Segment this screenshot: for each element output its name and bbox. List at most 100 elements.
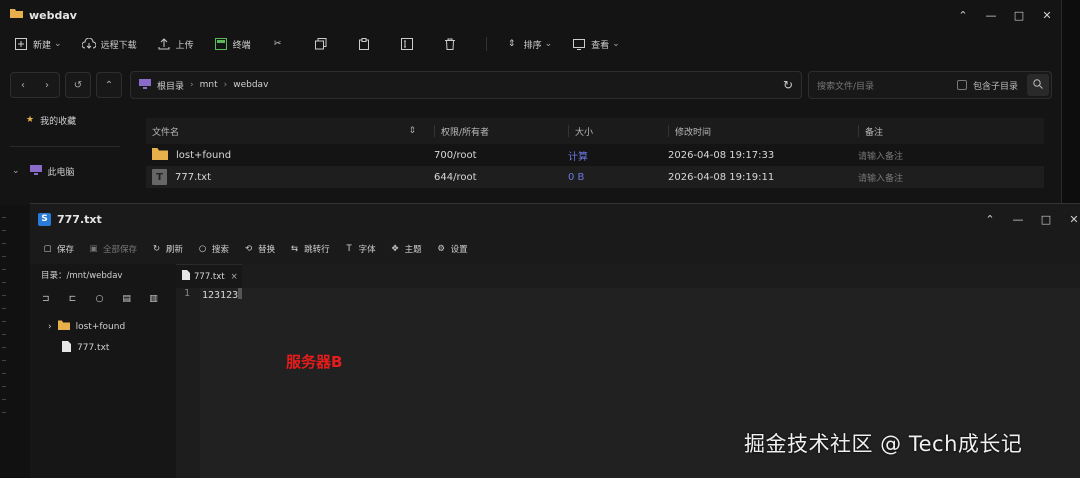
search-input[interactable]: 搜索文件/目录 (817, 79, 947, 92)
annotation-label: 服务器B (286, 353, 343, 371)
file-icon (182, 270, 190, 283)
table-row[interactable]: lost+found 700/root 计算 2026-04-08 19:17:… (146, 144, 1044, 166)
history-icon: ↺ (73, 79, 83, 91)
terminal-button[interactable]: 终端 (214, 37, 251, 51)
new-file-icon[interactable]: ▤ (122, 294, 149, 304)
tab-777-txt[interactable]: 777.txt × (176, 264, 242, 288)
tree-item-file[interactable]: 777.txt (30, 337, 176, 358)
chevron-down-icon: ⌄ (12, 166, 20, 176)
search-button[interactable] (1027, 74, 1049, 96)
goto-line-button[interactable]: ⇆ 跳转行 (289, 243, 330, 255)
search-icon: ○ (198, 244, 207, 254)
sidebar-item-this-pc[interactable]: ⌄ 此电脑 (0, 161, 140, 181)
font-icon: T (346, 244, 352, 254)
file-icon (62, 340, 71, 355)
theme-icon: ✥ (391, 244, 399, 254)
cloud-download-icon (81, 37, 96, 51)
minimize-button[interactable]: — (977, 9, 1005, 22)
file-tree: › lost+found 777.txt (30, 312, 176, 358)
table-header: 文件名 ⇕ 权限/所有者 大小 修改时间 备注 (146, 118, 1044, 144)
theme-button[interactable]: ✥ 主题 (390, 243, 422, 255)
table-row[interactable]: T 777.txt 644/root 0 B 2026-04-08 19:19:1… (146, 166, 1044, 188)
chevron-right-icon: › (190, 80, 194, 90)
scissors-icon: ✂ (273, 39, 282, 49)
include-subdir-checkbox[interactable] (957, 80, 967, 90)
minimize-button[interactable]: — (1004, 213, 1032, 226)
up-button[interactable]: ⌃ (96, 72, 122, 98)
computer-icon (29, 164, 42, 178)
collapse-all-icon[interactable]: ⊐ (42, 294, 69, 304)
breadcrumb-webdav[interactable]: webdav (233, 80, 268, 90)
gear-icon: ⚙ (437, 244, 445, 254)
maximize-button[interactable]: □ (1032, 213, 1060, 226)
col-mtime[interactable]: 修改时间 (668, 125, 848, 138)
font-button[interactable]: T 字体 (344, 243, 375, 255)
search-button[interactable]: ○ 搜索 (197, 243, 229, 255)
settings-button[interactable]: ⚙ 设置 (436, 243, 467, 255)
forward-arrow-icon[interactable]: › (45, 80, 49, 91)
delete-button[interactable] (443, 37, 462, 51)
editor-title: 777.txt (57, 212, 102, 226)
refresh-button[interactable]: ↻ 刷新 (151, 243, 183, 255)
new-folder-icon[interactable]: ▥ (149, 294, 176, 304)
close-button[interactable]: ✕ (1060, 213, 1080, 226)
search-icon (1033, 78, 1043, 92)
sort-icon: ⇕ (507, 39, 516, 49)
history-button[interactable]: ↺ (65, 72, 91, 98)
col-note[interactable]: 备注 (858, 125, 1044, 138)
sort-button[interactable]: ⇕ 排序 ⌄ (505, 37, 552, 51)
paste-button[interactable] (357, 37, 376, 51)
sidebar: ★ 我的收藏 ⌄ 此电脑 (0, 110, 140, 181)
path-bar[interactable]: 根目录 › mnt › webdav ↻ (130, 71, 802, 99)
copy-button[interactable] (314, 37, 333, 51)
rename-button[interactable] (400, 37, 419, 51)
view-button[interactable]: 查看 ⌄ (572, 37, 620, 51)
col-perm[interactable]: 权限/所有者 (434, 125, 558, 138)
text-cursor (238, 288, 243, 299)
fm-toolbar: 新建 ⌄ 远程下载 上传 终端 ✂ ⇕ 排序 ⌄ 查看 ⌄ (0, 31, 640, 57)
calc-size-link[interactable]: 计算 (558, 148, 658, 163)
close-tab-icon[interactable]: × (231, 272, 238, 282)
save-button[interactable]: ▢ 保存 (42, 243, 74, 255)
breadcrumb-mnt[interactable]: mnt (200, 80, 218, 90)
goto-line-icon: ⇆ (291, 244, 299, 254)
maximize-button[interactable]: □ (1005, 9, 1033, 22)
back-arrow-icon[interactable]: ‹ (21, 80, 25, 91)
note-input[interactable]: 请输入备注 (848, 149, 1044, 162)
directory-label: 目录：/mnt/webdav (41, 271, 123, 281)
chevron-up-icon: ⌃ (104, 79, 114, 91)
paste-icon (357, 37, 371, 51)
monitor-icon (572, 37, 586, 51)
upload-button[interactable]: 上传 (157, 37, 194, 51)
note-input[interactable]: 请输入备注 (848, 171, 1044, 184)
line-gutter: 1 (176, 288, 200, 478)
refresh-icon[interactable]: ↻ (783, 78, 793, 92)
directory-tools: ⊐ ⊏ ○ ▤ ▥ (30, 286, 176, 312)
col-name[interactable]: 文件名 ⇕ (146, 125, 424, 138)
replace-button[interactable]: ⟲ 替换 (243, 243, 275, 255)
collapse-icon[interactable]: ⌃ (949, 9, 977, 22)
code-line[interactable]: 123123 (202, 288, 243, 301)
copy-icon (314, 37, 328, 51)
terminal-icon (214, 37, 228, 51)
upload-icon (157, 37, 171, 51)
breadcrumb-root[interactable]: 根目录 (157, 79, 184, 92)
background-window-edge (0, 205, 30, 477)
back-forward-group: ‹ › (10, 72, 60, 98)
refresh-icon[interactable]: ○ (96, 294, 123, 304)
col-size[interactable]: 大小 (568, 125, 658, 138)
sidebar-item-favorites[interactable]: ★ 我的收藏 (0, 110, 140, 130)
refresh-icon: ↻ (152, 244, 161, 254)
expand-icon[interactable]: ⊏ (69, 294, 96, 304)
cut-button[interactable]: ✂ (271, 37, 290, 51)
star-icon: ★ (26, 115, 35, 125)
folder-icon (57, 320, 70, 333)
remote-download-button[interactable]: 远程下载 (81, 37, 137, 51)
close-button[interactable]: ✕ (1033, 9, 1061, 22)
save-all-button[interactable]: ▣ 全部保存 (88, 243, 138, 255)
rename-icon (400, 37, 414, 51)
collapse-icon[interactable]: ⌃ (976, 213, 1004, 226)
tree-item-folder[interactable]: › lost+found (30, 316, 176, 337)
new-button[interactable]: 新建 ⌄ (14, 37, 62, 51)
editor-toolbar: ▢ 保存 ▣ 全部保存 ↻ 刷新 ○ 搜索 ⟲ 替换 ⇆ 跳转行 T 字体 ✥ 主题 ⚙ 设置 (42, 238, 482, 260)
